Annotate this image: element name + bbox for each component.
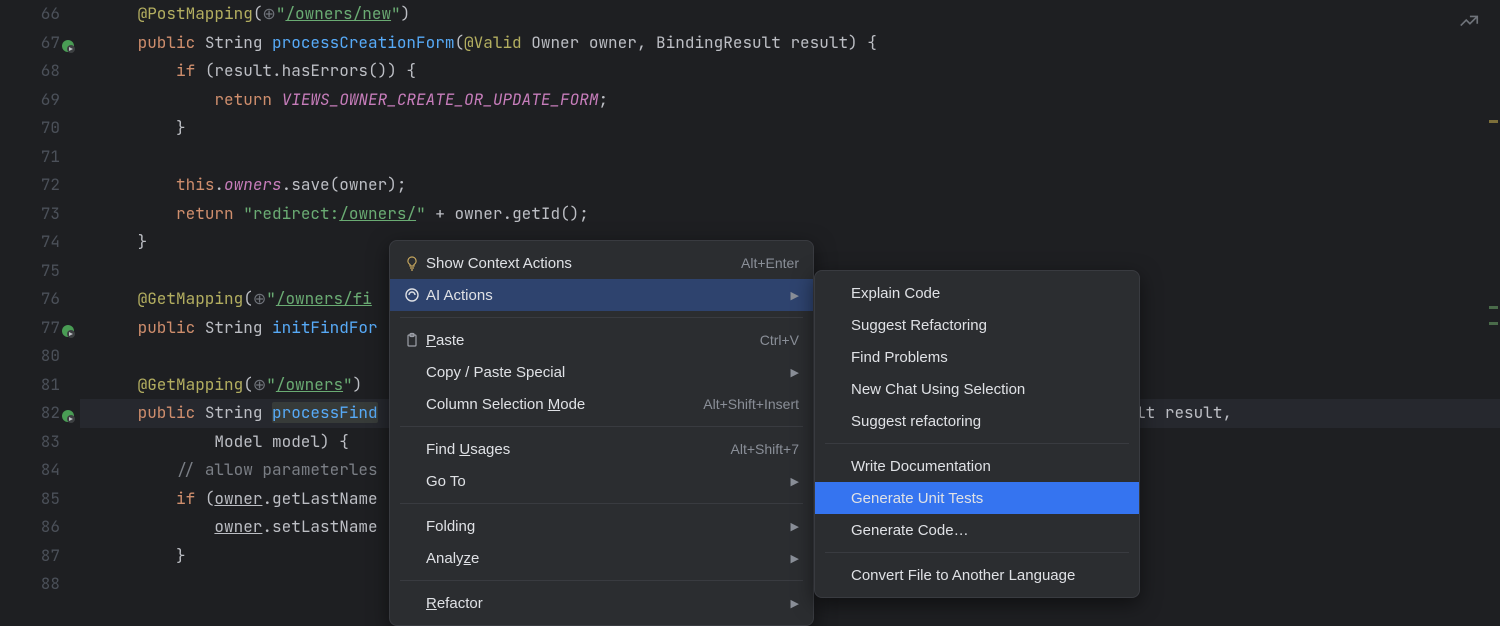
- line-number: 77: [0, 314, 60, 343]
- submenu-arrow-icon: ▶: [791, 475, 799, 488]
- menu-item-label: Suggest Refactoring: [851, 317, 1125, 334]
- menu-shortcut: Alt+Shift+Insert: [703, 396, 799, 412]
- menu-item-refactor[interactable]: Refactor ▶: [390, 587, 813, 619]
- line-number: 83: [0, 428, 60, 457]
- menu-item-explain-code[interactable]: Explain Code: [815, 277, 1139, 309]
- submenu-arrow-icon: ▶: [791, 366, 799, 379]
- menu-item-copy-paste-special[interactable]: Copy / Paste Special ▶: [390, 356, 813, 388]
- menu-item-label: Column Selection Mode: [426, 396, 679, 413]
- menu-item-new-chat-using-selection[interactable]: New Chat Using Selection: [815, 373, 1139, 405]
- line-number: 71: [0, 143, 60, 172]
- line-number: 74: [0, 228, 60, 257]
- context-menu[interactable]: Show Context Actions Alt+Enter AI Actions ▶…: [389, 240, 814, 626]
- menu-item-label: Find Problems: [851, 349, 1125, 366]
- code-line[interactable]: @PostMapping(⊕"/owners/new"): [80, 0, 1500, 29]
- code-line[interactable]: }: [80, 114, 1500, 143]
- line-number: 76: [0, 285, 60, 314]
- menu-item-paste[interactable]: Paste Ctrl+V: [390, 324, 813, 356]
- line-number: 72: [0, 171, 60, 200]
- menu-separator: [400, 317, 803, 318]
- menu-item-suggest-refactoring[interactable]: Suggest refactoring: [815, 405, 1139, 437]
- line-number: 67: [0, 29, 60, 58]
- paste-icon: [404, 332, 426, 348]
- scrollbar[interactable]: [1486, 0, 1500, 600]
- menu-item-analyze[interactable]: Analyze ▶: [390, 542, 813, 574]
- menu-separator: [825, 552, 1129, 553]
- menu-item-find-problems[interactable]: Find Problems: [815, 341, 1139, 373]
- line-number: 84: [0, 456, 60, 485]
- menu-item-label: Copy / Paste Special: [426, 364, 767, 381]
- line-number: 66: [0, 0, 60, 29]
- gutter-run-icon[interactable]: [60, 320, 76, 336]
- menu-item-write-documentation[interactable]: Write Documentation: [815, 450, 1139, 482]
- menu-item-label: Folding: [426, 518, 767, 535]
- line-number: 80: [0, 342, 60, 371]
- menu-item-find-usages[interactable]: Find Usages Alt+Shift+7: [390, 433, 813, 465]
- menu-item-label: Generate Code…: [851, 522, 1125, 539]
- code-line[interactable]: return VIEWS_OWNER_CREATE_OR_UPDATE_FORM…: [80, 86, 1500, 115]
- line-number: 68: [0, 57, 60, 86]
- menu-item-generate-code[interactable]: Generate Code…: [815, 514, 1139, 546]
- ai-assistant-icon[interactable]: [1458, 10, 1480, 37]
- menu-item-generate-unit-tests[interactable]: Generate Unit Tests: [815, 482, 1139, 514]
- code-line[interactable]: return "redirect:/owners/" + owner.getId…: [80, 200, 1500, 229]
- menu-shortcut: Ctrl+V: [760, 332, 799, 348]
- menu-item-convert-file-to-another-language[interactable]: Convert File to Another Language: [815, 559, 1139, 591]
- line-number: 82: [0, 399, 60, 428]
- menu-item-folding[interactable]: Folding ▶: [390, 510, 813, 542]
- menu-item-label: Suggest refactoring: [851, 413, 1125, 430]
- menu-item-label: AI Actions: [426, 287, 767, 304]
- line-number: 85: [0, 485, 60, 514]
- ai-actions-submenu[interactable]: Explain Code Suggest Refactoring Find Prob…: [814, 270, 1140, 598]
- menu-item-label: Write Documentation: [851, 458, 1125, 475]
- menu-item-go-to[interactable]: Go To ▶: [390, 465, 813, 497]
- menu-item-show-context-actions[interactable]: Show Context Actions Alt+Enter: [390, 247, 813, 279]
- submenu-arrow-icon: ▶: [791, 597, 799, 610]
- menu-item-ai-actions[interactable]: AI Actions ▶: [390, 279, 813, 311]
- code-line[interactable]: [80, 143, 1500, 172]
- menu-shortcut: Alt+Shift+7: [731, 441, 800, 457]
- menu-item-label: Refactor: [426, 595, 767, 612]
- menu-item-suggest-refactoring[interactable]: Suggest Refactoring: [815, 309, 1139, 341]
- menu-item-label: Show Context Actions: [426, 255, 717, 272]
- submenu-arrow-icon: ▶: [791, 552, 799, 565]
- line-number: 69: [0, 86, 60, 115]
- menu-item-label: Go To: [426, 473, 767, 490]
- gutter-run-icon[interactable]: [60, 35, 76, 51]
- menu-item-label: Analyze: [426, 550, 767, 567]
- menu-item-label: Find Usages: [426, 441, 707, 458]
- ai-icon: [404, 287, 426, 303]
- line-number-gutter: 6667686970717273747576778081828384858687…: [0, 0, 80, 599]
- submenu-arrow-icon: ▶: [791, 520, 799, 533]
- menu-item-label: Convert File to Another Language: [851, 567, 1125, 584]
- menu-separator: [400, 580, 803, 581]
- menu-item-column-selection-mode[interactable]: Column Selection Mode Alt+Shift+Insert: [390, 388, 813, 420]
- menu-item-label: Paste: [426, 332, 736, 349]
- line-number: 73: [0, 200, 60, 229]
- line-number: 75: [0, 257, 60, 286]
- line-number: 81: [0, 371, 60, 400]
- line-number: 87: [0, 542, 60, 571]
- gutter-run-icon[interactable]: [60, 405, 76, 421]
- menu-separator: [400, 426, 803, 427]
- menu-item-label: Explain Code: [851, 285, 1125, 302]
- menu-item-label: New Chat Using Selection: [851, 381, 1125, 398]
- line-number: 86: [0, 513, 60, 542]
- line-number: 88: [0, 570, 60, 599]
- menu-separator: [825, 443, 1129, 444]
- menu-separator: [400, 503, 803, 504]
- code-line[interactable]: if (result.hasErrors()) {: [80, 57, 1500, 86]
- menu-shortcut: Alt+Enter: [741, 255, 799, 271]
- menu-item-label: Generate Unit Tests: [851, 490, 1125, 507]
- line-number: 70: [0, 114, 60, 143]
- code-line[interactable]: this.owners.save(owner);: [80, 171, 1500, 200]
- submenu-arrow-icon: ▶: [791, 289, 799, 302]
- bulb-icon: [404, 255, 426, 271]
- code-line[interactable]: public String processCreationForm(@Valid…: [80, 29, 1500, 58]
